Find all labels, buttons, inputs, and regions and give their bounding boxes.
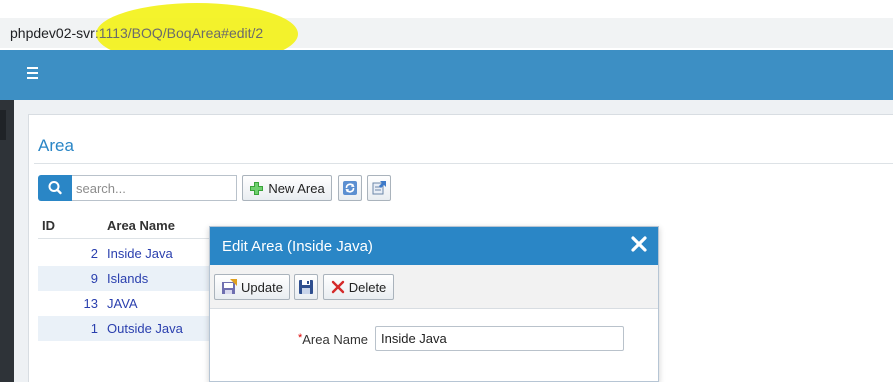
new-area-label: New Area	[268, 180, 325, 196]
row-area-name[interactable]: JAVA	[107, 296, 138, 311]
sidebar	[0, 100, 14, 382]
refresh-button[interactable]	[338, 175, 362, 201]
table-row[interactable]: 1 Outside Java	[38, 316, 210, 341]
page-title: Area	[38, 136, 74, 155]
dialog-header[interactable]: Edit Area (Inside Java)	[210, 227, 658, 265]
table-row[interactable]: 9 Islands	[38, 266, 210, 291]
search-button[interactable]	[38, 175, 72, 201]
row-area-name[interactable]: Outside Java	[107, 321, 183, 336]
plus-icon	[250, 181, 264, 195]
search-input[interactable]	[72, 175, 237, 201]
dialog-toolbar: Update Delete	[210, 265, 658, 309]
new-area-button[interactable]: New Area	[242, 175, 332, 201]
save-icon	[299, 280, 313, 294]
export-icon	[372, 181, 386, 195]
update-label: Update	[241, 279, 283, 295]
url-text[interactable]: phpdev02-svr:1113/BOQ/BoqArea#edit/2	[10, 25, 263, 41]
area-name-input[interactable]	[375, 326, 624, 351]
column-header-id[interactable]: ID	[42, 218, 55, 233]
delete-button[interactable]: Delete	[323, 274, 394, 300]
title-divider	[34, 163, 893, 164]
hamburger-icon[interactable]	[27, 67, 41, 81]
table-row[interactable]: 2 Inside Java	[38, 241, 210, 266]
top-navbar	[0, 50, 893, 100]
close-button[interactable]	[630, 235, 648, 253]
area-name-label-text: Area Name	[302, 332, 368, 347]
url-host: phpdev02-svr	[10, 25, 95, 41]
delete-label: Delete	[348, 279, 387, 295]
delete-icon	[331, 280, 344, 294]
search-icon	[48, 181, 62, 195]
row-area-name[interactable]: Inside Java	[107, 246, 173, 261]
row-id: 1	[90, 321, 98, 336]
column-header-area-name[interactable]: Area Name	[107, 218, 175, 233]
sidebar-toggle[interactable]	[0, 110, 6, 140]
url-path: :1113/BOQ/BoqArea#edit/2	[94, 25, 264, 41]
update-icon	[222, 279, 238, 294]
dialog-title: Edit Area (Inside Java)	[222, 238, 373, 255]
refresh-icon	[343, 181, 357, 195]
row-id: 9	[90, 271, 98, 286]
row-id: 13	[83, 296, 98, 311]
table-row[interactable]: 13 JAVA	[38, 291, 210, 316]
row-area-name[interactable]: Islands	[107, 271, 148, 286]
close-icon	[631, 236, 647, 252]
area-name-label: *Area Name	[290, 332, 368, 347]
update-button[interactable]: Update	[214, 274, 290, 300]
row-id: 2	[90, 246, 98, 261]
edit-area-dialog: Edit Area (Inside Java) Update Delete *A…	[209, 226, 659, 382]
export-button[interactable]	[367, 175, 391, 201]
grid-header-divider	[38, 238, 218, 239]
save-button[interactable]	[294, 274, 318, 300]
